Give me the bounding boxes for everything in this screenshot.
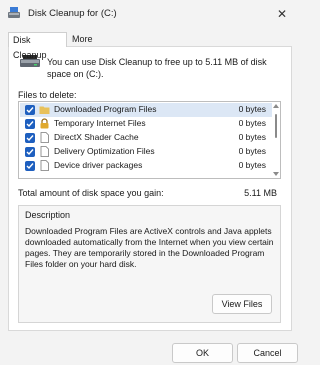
title-bar: Disk Cleanup for (C:) ✕ <box>0 0 300 28</box>
window-title: Disk Cleanup for (C:) <box>28 8 117 19</box>
checkbox[interactable] <box>25 147 35 157</box>
file-icon <box>40 160 49 171</box>
scroll-up-icon[interactable] <box>273 104 279 108</box>
check-icon <box>26 163 34 170</box>
files-to-delete-label: Files to delete: <box>18 90 77 100</box>
description-text: Downloaded Program Files are ActiveX con… <box>25 226 274 269</box>
file-name: Downloaded Program Files <box>54 104 157 114</box>
total-space-label: Total amount of disk space you gain: <box>18 188 164 198</box>
list-item[interactable]: Device driver packages 0 bytes <box>20 159 272 173</box>
file-size: 0 bytes <box>238 118 266 128</box>
intro-text: You can use Disk Cleanup to free up to 5… <box>47 57 267 79</box>
list-item[interactable]: Temporary Internet Files 0 bytes <box>20 117 272 131</box>
check-icon <box>26 121 34 128</box>
file-size: 0 bytes <box>238 132 266 142</box>
check-icon <box>26 135 34 142</box>
file-name: Device driver packages <box>54 160 143 170</box>
check-icon <box>26 149 34 156</box>
file-name: DirectX Shader Cache <box>54 132 139 142</box>
file-size: 0 bytes <box>238 160 266 170</box>
checkbox[interactable] <box>25 119 35 129</box>
folder-icon <box>39 106 50 114</box>
files-list[interactable]: Downloaded Program Files 0 bytes Tempora… <box>18 101 281 179</box>
file-size: 0 bytes <box>238 146 266 156</box>
checkbox[interactable] <box>25 133 35 143</box>
file-icon <box>40 146 49 157</box>
scroll-thumb[interactable] <box>275 114 277 138</box>
total-space-value: 5.11 MB <box>244 188 277 198</box>
file-icon <box>40 132 49 143</box>
close-icon: ✕ <box>276 7 288 21</box>
cancel-button[interactable]: Cancel <box>237 343 298 363</box>
file-size: 0 bytes <box>238 104 266 114</box>
disk-cleanup-panel: You can use Disk Cleanup to free up to 5… <box>8 46 292 331</box>
description-title: Description <box>25 210 71 220</box>
description-group: Description Downloaded Program Files are… <box>18 205 281 323</box>
tab-disk-cleanup[interactable]: Disk Cleanup <box>8 32 67 60</box>
list-item[interactable]: DirectX Shader Cache 0 bytes <box>20 131 272 145</box>
checkbox[interactable] <box>25 161 35 171</box>
disk-cleanup-icon <box>8 7 20 18</box>
list-item[interactable]: Delivery Optimization Files 0 bytes <box>20 145 272 159</box>
list-scrollbar[interactable] <box>272 102 280 178</box>
tab-more-options[interactable]: More Options <box>68 32 130 59</box>
lock-icon <box>40 118 49 129</box>
file-name: Delivery Optimization Files <box>54 146 155 156</box>
scroll-down-icon[interactable] <box>273 172 279 176</box>
list-item[interactable]: Downloaded Program Files 0 bytes <box>20 103 272 117</box>
ok-button[interactable]: OK <box>172 343 233 363</box>
check-icon <box>26 107 34 114</box>
view-files-button[interactable]: View Files <box>212 294 272 314</box>
file-name: Temporary Internet Files <box>54 118 146 128</box>
close-button[interactable]: ✕ <box>264 0 300 28</box>
checkbox[interactable] <box>25 105 35 115</box>
